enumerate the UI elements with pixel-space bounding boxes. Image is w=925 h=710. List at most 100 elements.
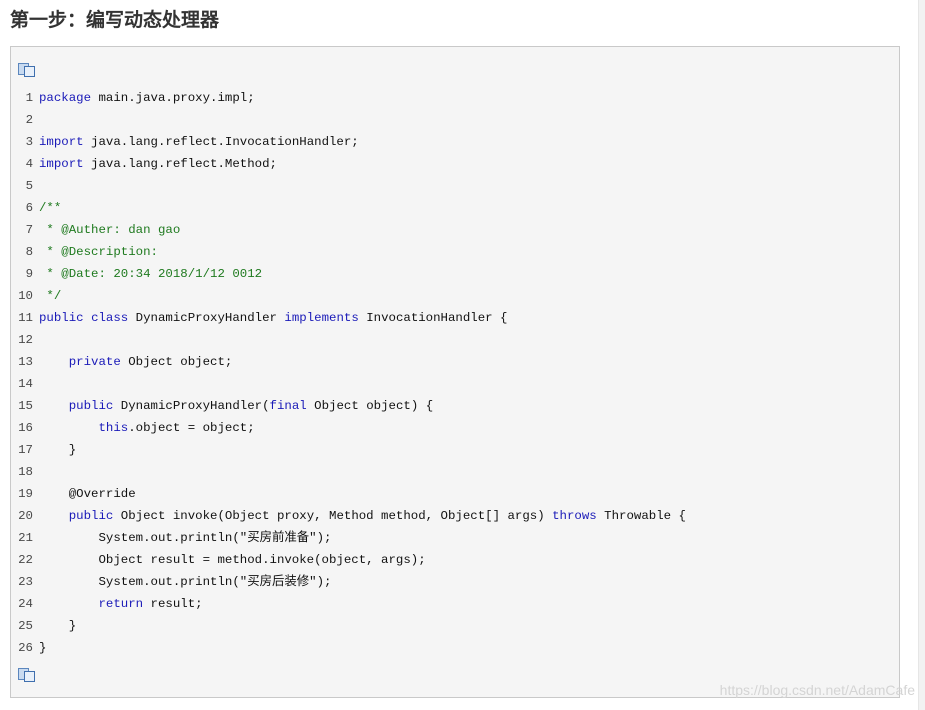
code-text: } [39,615,76,637]
code-token: Object invoke(Object proxy, Method metho… [113,509,553,523]
code-line: 24 return result; [11,593,899,615]
code-token: @Override [39,487,136,501]
line-number: 24 [18,597,33,611]
code-line: 3 import java.lang.reflect.InvocationHand… [11,131,899,153]
code-block: 1 package main.java.proxy.impl; 2 3 import j… [10,46,900,698]
code-line: 9 * @Date: 20:34 2018/1/12 0012 [11,263,899,285]
line-number: 11 [18,311,33,325]
code-line: 12 [11,329,899,351]
code-token: java.lang.reflect.InvocationHandler; [83,135,359,149]
code-text: @Override [39,483,136,505]
code-text: this.object = object; [39,417,255,439]
code-line: 8 * @Description: [11,241,899,263]
comment-token: * @Date: 20:34 2018/1/12 0012 [39,267,263,281]
keyword-token: implements [284,311,359,325]
code-line: 19 @Override [11,483,899,505]
code-line: 4 import java.lang.reflect.Method; [11,153,899,175]
code-token: DynamicProxyHandler( [113,399,270,413]
code-line: 21 System.out.println("买房前准备"); [11,527,899,549]
line-number: 14 [18,377,33,391]
code-line: 18 [11,461,899,483]
code-text: /** [39,197,61,219]
line-number: 23 [18,575,33,589]
keyword-token: package [39,91,92,105]
code-text: return result; [39,593,203,615]
line-number: 12 [18,333,33,347]
code-lines: 1 package main.java.proxy.impl; 2 3 import j… [11,87,899,659]
line-number: 2 [25,113,33,127]
code-text: public Object invoke(Object proxy, Metho… [39,505,686,527]
line-number: 13 [18,355,33,369]
code-token: Throwable { [596,509,686,523]
keyword-token: public [39,311,84,325]
line-number: 21 [18,531,33,545]
code-text: * @Description: [39,241,158,263]
keyword-token: throws [552,509,597,523]
code-token: main.java.proxy.impl; [91,91,255,105]
line-number: 17 [18,443,33,457]
code-line: 25 } [11,615,899,637]
code-line: 14 [11,373,899,395]
keyword-token: private [68,355,121,369]
code-token: Object object) { [306,399,434,413]
line-number: 4 [25,157,33,171]
code-text: */ [39,285,61,307]
line-number: 18 [18,465,33,479]
code-text: public class DynamicProxyHandler impleme… [39,307,507,329]
keyword-token: final [269,399,307,413]
keyword-token: return [98,597,144,611]
code-text: import java.lang.reflect.InvocationHandl… [39,131,359,153]
code-text: } [39,637,46,659]
line-number: 3 [25,135,33,149]
code-text: * @Auther: dan gao [39,219,180,241]
code-token: java.lang.reflect.Method; [83,157,277,171]
line-number: 16 [18,421,33,435]
code-text: import java.lang.reflect.Method; [39,153,277,175]
code-text: } [39,439,76,461]
keyword-token: public [68,509,114,523]
code-line: 26} [11,637,899,659]
scrollbar[interactable] [918,0,925,710]
code-token: } [39,443,77,457]
code-line: 5 [11,175,899,197]
line-number: 5 [25,179,33,193]
code-line: 7 * @Auther: dan gao [11,219,899,241]
keyword-token: this [98,421,129,435]
watermark: https://blog.csdn.net/AdamCafe [719,682,915,698]
keyword-token: public [68,399,114,413]
code-token: System.out.println("买房前准备"); [39,531,332,545]
code-line: 20 public Object invoke(Object proxy, Me… [11,505,899,527]
code-line: 22 Object result = method.invoke(object,… [11,549,899,571]
code-token: Object object; [120,355,233,369]
code-line: 10 */ [11,285,899,307]
code-line: 6 /** [11,197,899,219]
code-line: 2 [11,109,899,131]
code-line: 11 public class DynamicProxyHandler imple… [11,307,899,329]
line-number: 8 [25,245,33,259]
code-token: } [39,641,47,655]
copy-icon[interactable] [18,668,35,682]
code-text: Object result = method.invoke(object, ar… [39,549,425,571]
code-line: 15 public DynamicProxyHandler(final Obje… [11,395,899,417]
line-number: 7 [25,223,33,237]
line-number: 10 [18,289,33,303]
line-number: 9 [25,267,33,281]
keyword-token: import [39,135,84,149]
copy-icon[interactable] [18,63,35,77]
keyword-token: class [91,311,129,325]
line-number: 25 [18,619,33,633]
code-line: 17 } [11,439,899,461]
line-number: 1 [25,91,33,105]
code-line: 1 package main.java.proxy.impl; [11,87,899,109]
code-text: System.out.println("买房后装修"); [39,571,331,593]
comment-token: */ [39,289,62,303]
keyword-token: import [39,157,84,171]
code-token: DynamicProxyHandler [128,311,285,325]
line-number: 15 [18,399,33,413]
code-text: package main.java.proxy.impl; [39,87,255,109]
